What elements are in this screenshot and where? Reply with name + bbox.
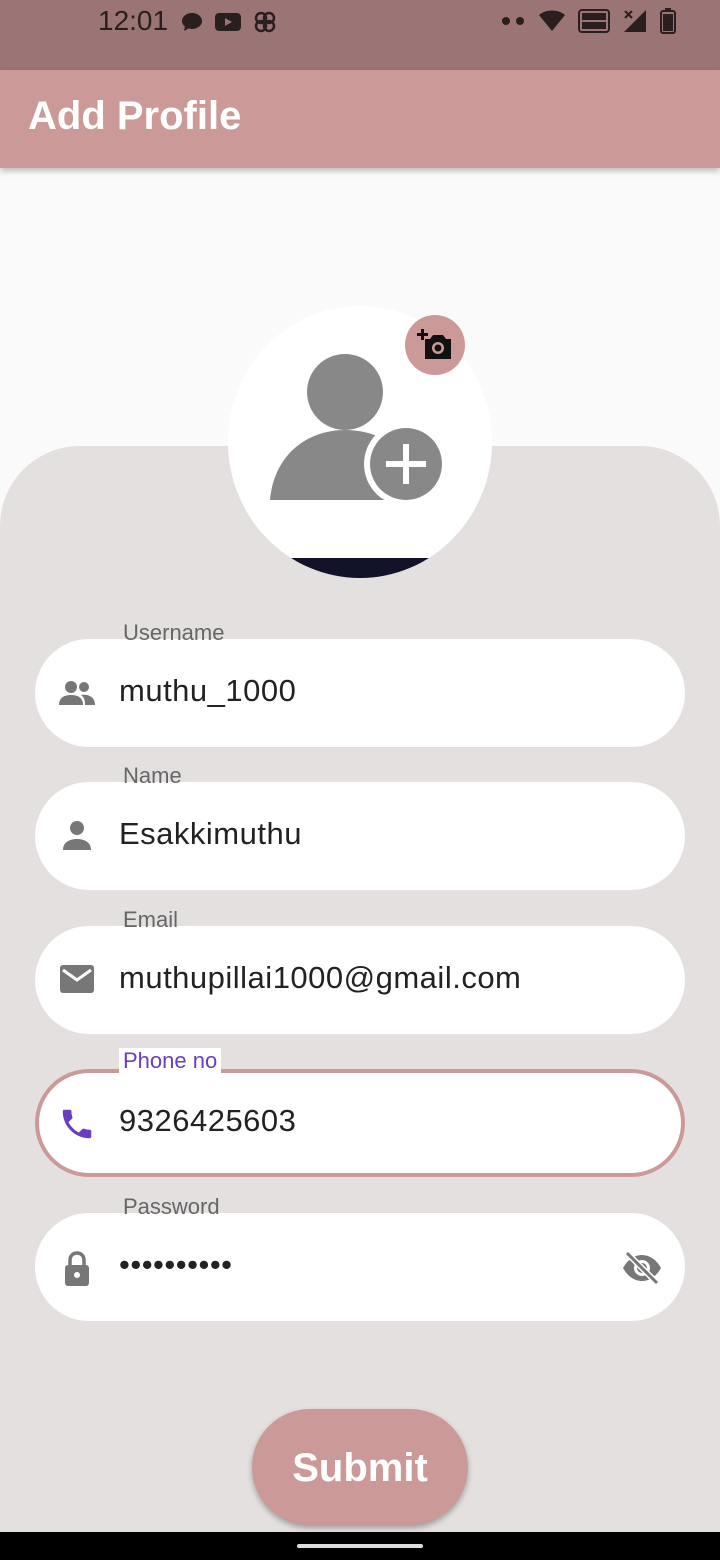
person-icon [63,821,91,850]
page-title: Add Profile [28,94,242,138]
username-label: Username [123,620,225,645]
people-icon [59,681,95,705]
visibility-off-icon[interactable] [621,1251,663,1285]
password-field[interactable]: Password •••••••••• [35,1194,685,1321]
pinwheel-icon [254,11,276,33]
home-handle[interactable] [297,1544,423,1548]
phone-field[interactable]: Phone no 9326425603 [35,1048,685,1177]
name-label: Name [123,763,182,788]
chat-icon [182,13,202,31]
status-bar: 12:01 [0,0,720,70]
signal-icon [624,10,646,32]
lock-icon [65,1251,89,1286]
mail-icon [60,965,94,993]
phone-label: Phone no [119,1048,222,1074]
email-label: Email [123,907,179,932]
navigation-bar [0,1532,720,1560]
app-bar: Add Profile [0,70,720,168]
name-field[interactable]: Name Esakkimuthu [35,763,685,890]
phone-input[interactable]: 9326425603 [119,1103,296,1139]
password-label: Password [123,1194,220,1219]
vowifi-icon [578,9,610,33]
username-input[interactable]: muthu_1000 [119,673,296,709]
status-time: 12:01 [98,5,169,36]
battery-icon [660,8,676,34]
submit-button[interactable]: Submit [252,1409,468,1525]
dots-icon [502,17,524,25]
wifi-icon [539,10,565,31]
username-field[interactable]: Username muthu_1000 [35,620,685,747]
avatar-image-strip [228,558,492,578]
name-input[interactable]: Esakkimuthu [119,816,302,852]
add-photo-button[interactable] [405,315,465,375]
password-input[interactable]: •••••••••• [119,1247,233,1283]
email-input[interactable]: muthupillai1000@gmail.com [119,960,521,996]
add-photo-icon [417,329,451,359]
email-field[interactable]: Email muthupillai1000@gmail.com [35,907,685,1034]
youtube-icon [215,13,241,31]
phone-icon [62,1109,92,1139]
